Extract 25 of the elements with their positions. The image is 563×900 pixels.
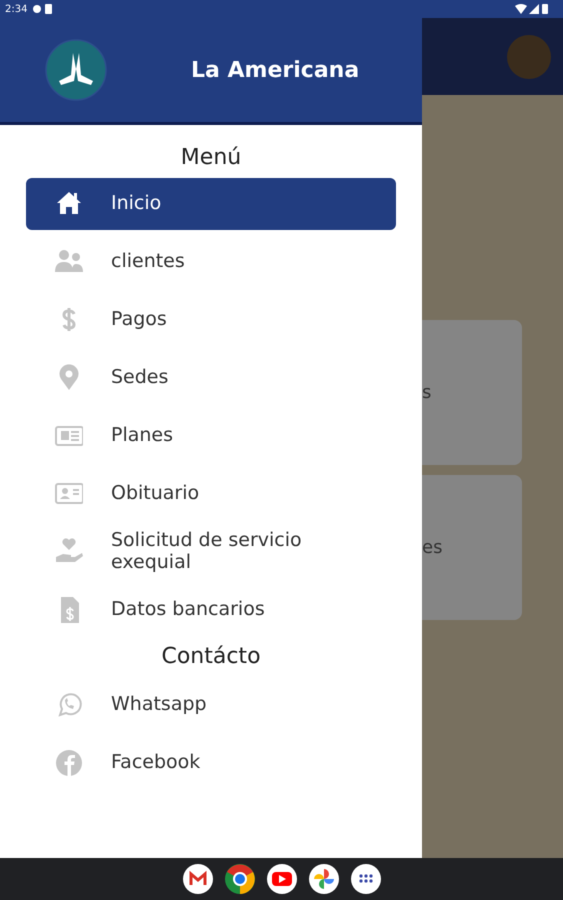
- apps-grid-icon[interactable]: [350, 864, 380, 894]
- menu-item[interactable]: Sedes: [26, 352, 396, 404]
- facebook-icon: [54, 749, 82, 777]
- menu-item[interactable]: Whatsapp: [26, 679, 396, 731]
- card-label: s: [422, 382, 432, 403]
- app-title: La Americana: [191, 58, 360, 82]
- status-icons: [33, 3, 52, 15]
- menu-item[interactable]: Solicitud de servicio exequial: [26, 526, 396, 578]
- status-time: 2:34: [5, 4, 28, 14]
- menu-item[interactable]: Inicio: [26, 178, 396, 230]
- menu-item[interactable]: Pagos: [26, 294, 396, 346]
- browser-icon[interactable]: [224, 864, 254, 894]
- section-heading: Menú: [180, 145, 242, 170]
- section-heading: Contácto: [161, 644, 261, 669]
- mail-icon[interactable]: [182, 864, 212, 894]
- avatar: [507, 34, 551, 78]
- pinwheel-icon[interactable]: [308, 864, 338, 894]
- menu-item[interactable]: Facebook: [26, 737, 396, 789]
- menu-item[interactable]: clientes: [26, 236, 396, 288]
- play-icon[interactable]: [266, 864, 296, 894]
- card-label: es: [422, 537, 442, 558]
- menu-item[interactable]: Planes: [26, 410, 396, 462]
- menu-item[interactable]: Obituario: [26, 468, 396, 520]
- signal-icons: [515, 3, 549, 15]
- menu-item[interactable]: Datos bancarios: [26, 584, 396, 636]
